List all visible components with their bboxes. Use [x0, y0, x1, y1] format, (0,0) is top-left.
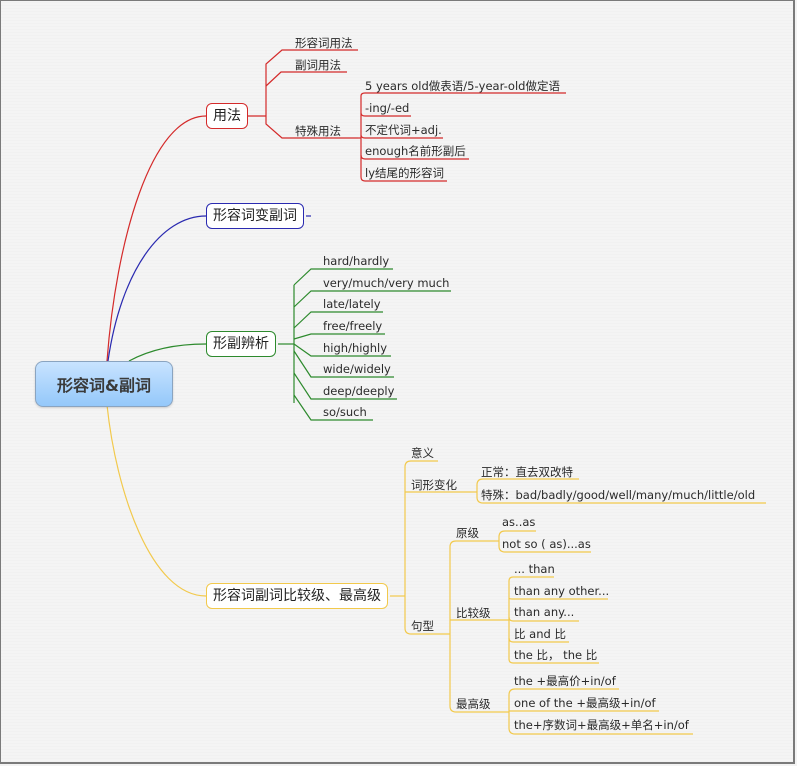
- distinguish-item[interactable]: deep/deeply: [323, 384, 394, 398]
- subtopic-patterns[interactable]: 句型: [411, 619, 434, 633]
- distinguish-item[interactable]: hard/hardly: [323, 254, 389, 268]
- superlative-item[interactable]: the +最高价+in/of: [514, 674, 616, 688]
- distinguish-item[interactable]: high/highly: [323, 341, 387, 355]
- topic-distinguish-label: 形副辨析: [213, 336, 269, 352]
- comparative-item[interactable]: than any...: [514, 605, 574, 619]
- pattern-superlative[interactable]: 最高级: [456, 697, 491, 711]
- mind-map-canvas: 形容词&副词 用法 形容词变副词 形副辨析 形容词副词比较级、最高级 形容词用法…: [0, 0, 795, 764]
- distinguish-item[interactable]: late/lately: [323, 297, 381, 311]
- subtopic-form-change[interactable]: 词形变化: [411, 478, 457, 492]
- special-item[interactable]: 不定代词+adj.: [365, 123, 442, 137]
- distinguish-item[interactable]: very/much/very much: [323, 276, 449, 290]
- positive-item[interactable]: as..as: [502, 515, 535, 529]
- positive-item[interactable]: not so ( as)...as: [502, 537, 591, 551]
- connector-distinguish: [128, 343, 207, 362]
- form-change-item[interactable]: 正常：直去双改特: [481, 465, 573, 479]
- topic-distinguish[interactable]: 形副辨析: [206, 331, 276, 357]
- pattern-positive[interactable]: 原级: [456, 526, 479, 540]
- superlative-item[interactable]: the+序数词+最高级+单名+in/of: [514, 718, 689, 732]
- connector-adj-to-adv: [107, 215, 207, 362]
- special-item[interactable]: -ing/-ed: [365, 101, 409, 115]
- comparative-item[interactable]: ... than: [514, 562, 555, 576]
- special-item[interactable]: enough名前形副后: [365, 144, 466, 158]
- subtopic-meaning[interactable]: 意义: [411, 446, 434, 460]
- subtopic-special-usage[interactable]: 特殊用法: [295, 124, 341, 138]
- topic-adj-to-adv-label: 形容词变副词: [213, 208, 297, 224]
- central-topic[interactable]: 形容词&副词: [35, 361, 173, 407]
- central-topic-label: 形容词&副词: [57, 376, 151, 395]
- special-item[interactable]: ly结尾的形容词: [365, 166, 444, 180]
- subtopic-adj-usage[interactable]: 形容词用法: [295, 36, 353, 50]
- topic-usage-label: 用法: [213, 108, 241, 124]
- comparative-item[interactable]: than any other...: [514, 584, 609, 598]
- comparative-item[interactable]: the 比， the 比: [514, 648, 597, 662]
- topic-comparison-label: 形容词副词比较级、最高级: [213, 588, 381, 604]
- special-item[interactable]: 5 years old做表语/5-year-old做定语: [365, 79, 560, 93]
- distinguish-item[interactable]: so/such: [323, 405, 367, 419]
- connector-usage: [106, 115, 207, 362]
- pattern-comparative[interactable]: 比较级: [456, 606, 491, 620]
- subtopic-adv-usage[interactable]: 副词用法: [295, 58, 341, 72]
- form-change-item[interactable]: 特殊：bad/badly/good/well/many/much/little/…: [481, 488, 755, 502]
- distinguish-item[interactable]: free/freely: [323, 319, 382, 333]
- topic-comparison[interactable]: 形容词副词比较级、最高级: [206, 583, 388, 609]
- topic-usage[interactable]: 用法: [206, 103, 248, 129]
- connector-comparison: [106, 404, 207, 597]
- topic-adj-to-adv[interactable]: 形容词变副词: [206, 203, 304, 229]
- superlative-item[interactable]: one of the +最高级+in/of: [514, 696, 656, 710]
- distinguish-item[interactable]: wide/widely: [323, 362, 391, 376]
- comparative-item[interactable]: 比 and 比: [514, 627, 566, 641]
